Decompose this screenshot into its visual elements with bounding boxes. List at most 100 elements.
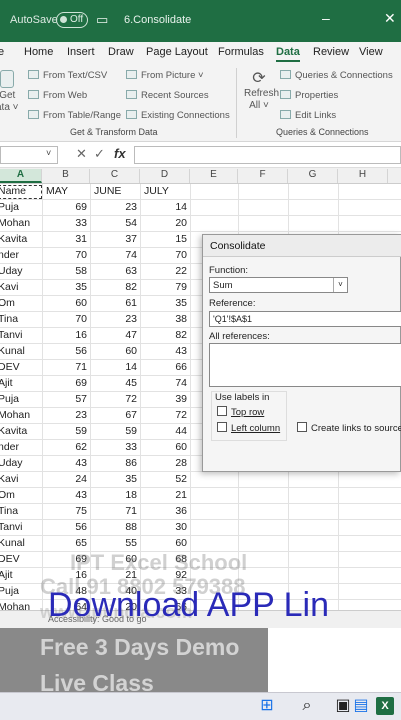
cell[interactable]: Om — [0, 489, 42, 503]
minimize-button[interactable]: – — [322, 10, 330, 26]
tab-home[interactable]: Home — [24, 46, 53, 58]
cell[interactable]: 16 — [42, 329, 90, 343]
column-header-c[interactable]: C — [90, 169, 140, 183]
cell[interactable]: Ajit — [0, 569, 42, 583]
tab-file-partial[interactable]: e — [0, 46, 4, 58]
cell[interactable]: 23 — [90, 313, 140, 327]
cell[interactable]: 71 — [42, 361, 90, 375]
cell[interactable]: Tina — [0, 505, 42, 519]
cell[interactable]: 71 — [90, 505, 140, 519]
cell[interactable]: nder — [0, 441, 42, 455]
cell[interactable]: 60 — [140, 441, 190, 455]
cell[interactable]: Om — [0, 297, 42, 311]
cell[interactable]: 18 — [90, 489, 140, 503]
cell[interactable]: 16 — [42, 569, 90, 583]
column-header-d[interactable]: D — [140, 169, 190, 183]
cell[interactable]: Kavi — [0, 281, 42, 295]
cell[interactable]: Uday — [0, 457, 42, 471]
cell[interactable]: 35 — [42, 281, 90, 295]
cell[interactable]: 23 — [90, 201, 140, 215]
tab-review[interactable]: Review — [313, 46, 349, 58]
function-select[interactable]: Sum ˅ — [209, 277, 348, 293]
cell[interactable]: 47 — [90, 329, 140, 343]
cell-c1[interactable]: JUNE — [94, 185, 140, 199]
top-row-checkbox[interactable]: Top row — [217, 406, 264, 418]
cell[interactable]: 24 — [42, 473, 90, 487]
column-header-e[interactable]: E — [190, 169, 238, 183]
cell[interactable]: 35 — [140, 297, 190, 311]
cell-b1[interactable]: MAY — [46, 185, 90, 199]
cell[interactable]: 35 — [90, 473, 140, 487]
cell[interactable]: 70 — [42, 313, 90, 327]
cell[interactable]: 63 — [90, 265, 140, 279]
cell[interactable]: 22 — [140, 265, 190, 279]
cell[interactable]: Mohan — [0, 409, 42, 423]
cell[interactable]: 69 — [42, 377, 90, 391]
tab-formulas[interactable]: Formulas — [218, 46, 264, 58]
cell[interactable]: 92 — [140, 569, 190, 583]
from-picture-button[interactable]: From Picture ˅ — [126, 70, 204, 81]
column-header-b[interactable]: B — [42, 169, 90, 183]
cell[interactable]: 30 — [140, 521, 190, 535]
cell[interactable]: 21 — [140, 489, 190, 503]
cell[interactable]: 33 — [140, 585, 190, 599]
cell[interactable]: 20 — [90, 601, 140, 610]
cell[interactable]: 31 — [42, 233, 90, 247]
cell[interactable]: 67 — [90, 409, 140, 423]
create-links-checkbox[interactable]: Create links to source dat — [297, 422, 401, 434]
cell[interactable]: 37 — [90, 233, 140, 247]
tab-view[interactable]: View — [359, 46, 383, 58]
chevron-down-icon[interactable]: ˅ — [333, 278, 347, 292]
cell[interactable]: 28 — [140, 457, 190, 471]
from-web-button[interactable]: From Web — [28, 90, 87, 101]
cell[interactable]: Tanvi — [0, 521, 42, 535]
tab-page-layout[interactable]: Page Layout — [146, 46, 208, 58]
cell[interactable]: 14 — [90, 361, 140, 375]
cell[interactable]: 33 — [42, 217, 90, 231]
column-header-h[interactable]: H — [338, 169, 388, 183]
cell[interactable]: 38 — [140, 313, 190, 327]
edit-links-button[interactable]: Edit Links — [280, 110, 336, 121]
cell[interactable]: 56 — [42, 521, 90, 535]
from-text-csv-button[interactable]: From Text/CSV — [28, 70, 107, 81]
cell[interactable]: 44 — [140, 425, 190, 439]
cell[interactable]: 70 — [140, 249, 190, 263]
chevron-down-icon[interactable]: ˅ — [46, 148, 51, 158]
start-icon[interactable]: ⊞ — [258, 697, 276, 715]
cell[interactable]: 65 — [42, 537, 90, 551]
cell[interactable]: 43 — [42, 489, 90, 503]
cancel-icon[interactable]: ✕ — [76, 146, 87, 162]
cell[interactable]: 33 — [90, 441, 140, 455]
cell[interactable]: 75 — [42, 505, 90, 519]
close-button[interactable]: ✕ — [384, 10, 396, 27]
cell[interactable]: Kunal — [0, 537, 42, 551]
queries-connections-button[interactable]: Queries & Connections — [280, 70, 393, 81]
cell[interactable]: 79 — [140, 281, 190, 295]
cell[interactable]: Kavita — [0, 233, 42, 247]
insert-function-icon[interactable]: fx — [114, 146, 126, 161]
cell[interactable]: 74 — [140, 377, 190, 391]
cell[interactable]: Kavita — [0, 425, 42, 439]
cell[interactable]: 36 — [140, 505, 190, 519]
cell[interactable]: 21 — [90, 569, 140, 583]
cell[interactable]: 43 — [140, 345, 190, 359]
cell[interactable]: Mohan — [0, 601, 42, 610]
cell[interactable]: Uday — [0, 265, 42, 279]
get-data-button[interactable]: Get ata ˅ — [0, 70, 19, 114]
cell[interactable]: 74 — [90, 249, 140, 263]
save-icon[interactable]: ▭ — [96, 12, 108, 28]
cell-a1[interactable]: Name — [0, 185, 42, 199]
cell[interactable]: 15 — [140, 233, 190, 247]
cell[interactable]: 59 — [42, 425, 90, 439]
cell[interactable]: 14 — [140, 201, 190, 215]
task-view-icon[interactable]: ▣ — [334, 697, 352, 715]
cell[interactable]: 61 — [90, 297, 140, 311]
cell-d1[interactable]: JULY — [144, 185, 190, 199]
cell[interactable]: Puja — [0, 201, 42, 215]
from-table-range-button[interactable]: From Table/Range — [28, 110, 121, 121]
enter-icon[interactable]: ✓ — [94, 146, 105, 162]
cell[interactable]: 60 — [42, 297, 90, 311]
tab-insert[interactable]: Insert — [67, 46, 95, 58]
cell[interactable]: Puja — [0, 585, 42, 599]
cell[interactable]: Mohan — [0, 217, 42, 231]
